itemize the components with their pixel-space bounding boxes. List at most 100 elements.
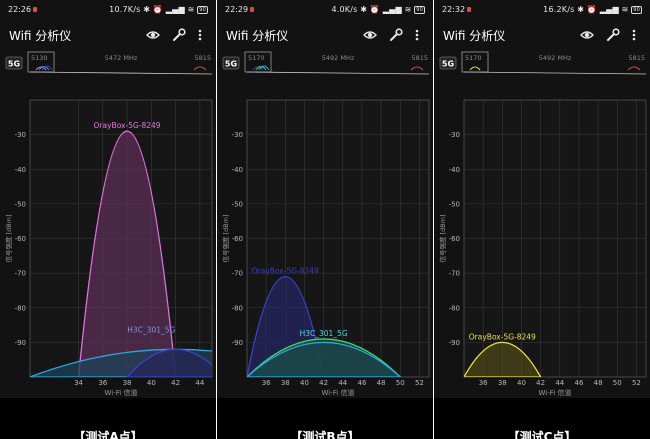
x-tick-label: 46 (574, 379, 583, 387)
x-tick-label: 48 (377, 379, 386, 387)
wrench-icon[interactable] (606, 28, 620, 42)
x-tick-label: 40 (147, 379, 156, 387)
status-time: 22:32 (442, 5, 472, 14)
x-tick-label: 42 (171, 379, 180, 387)
caption: 【测试B点】 (290, 430, 360, 439)
app-bar: Wifi 分析仪 (0, 20, 216, 50)
caption-area: 【测试C点】 (434, 398, 650, 439)
overview-mini-curve (469, 66, 481, 71)
x-tick-label: 36 (262, 379, 271, 387)
y-tick-label: -90 (15, 339, 26, 347)
signal-chart: 5G 5170 5492 MHz 5815 -30 -40 -50 -60 -70 -80 -90 3… (221, 51, 430, 397)
x-tick-label: 42 (536, 379, 545, 387)
y-tick-label: -80 (232, 304, 243, 312)
overview-left-freq: 5130 (31, 54, 48, 62)
recording-icon (33, 7, 38, 12)
y-axis-title: 信号强度 [dBm] (4, 214, 13, 262)
signal-chart: 5G 5130 5472 MHz 5815 -30 -40 -50 -60 -70 -80 -90 3… (4, 51, 213, 397)
status-time: 22:29 (225, 5, 255, 14)
band-selector: 5G (225, 60, 237, 69)
net-speed: 4.0K/s (331, 5, 358, 14)
y-tick-label: -40 (232, 166, 243, 174)
comparison-image: 22:26 10.7K/s ✱ ⏰ ▂▄▆ ≋ 90 Wifi 分析仪 5G 51… (0, 0, 650, 439)
screenshot-panel-c: 22:32 16.2K/s ✱ ⏰ ▂▄▆ ≋ 90 Wifi 分析仪 5G 51… (434, 0, 650, 439)
overview-mini-curve (410, 66, 424, 71)
eye-icon[interactable] (363, 28, 377, 42)
x-tick-label: 38 (123, 379, 132, 387)
app-title: Wifi 分析仪 (9, 29, 72, 43)
y-tick-label: -40 (449, 166, 460, 174)
eye-icon[interactable] (580, 28, 594, 42)
ssid-label: OrayBox-5G-8249 (252, 267, 319, 276)
signal-chart: 5G 5170 5492 MHz 5815 -30 -40 -50 -60 -70 -80 -90 3… (438, 51, 647, 397)
ssid-label: H3C_301_5G (300, 329, 348, 338)
eye-icon[interactable] (146, 28, 160, 42)
overview-right-freq: 5815 (194, 54, 211, 62)
y-tick-label: -50 (449, 200, 460, 208)
battery-icon: 90 (414, 5, 425, 14)
y-tick-label: -70 (232, 270, 243, 278)
x-tick-label: 44 (555, 379, 564, 387)
recording-icon (250, 7, 255, 12)
overview-baseline (246, 71, 430, 75)
y-tick-label: -50 (15, 200, 26, 208)
more-icon[interactable] (413, 28, 421, 42)
caption: 【测试A点】 (73, 430, 143, 439)
y-axis-title: 信号强度 [dBm] (221, 214, 230, 262)
x-tick-label: 50 (613, 379, 622, 387)
x-tick-label: 40 (517, 379, 526, 387)
caption-area: 【测试B点】 (217, 398, 433, 439)
overview-baseline (463, 71, 647, 75)
more-icon[interactable] (630, 28, 638, 42)
x-tick-label: 48 (594, 379, 603, 387)
status-time: 22:26 (8, 5, 38, 14)
x-tick-label: 34 (74, 379, 83, 387)
y-tick-label: -70 (15, 270, 26, 278)
recording-icon (467, 7, 472, 12)
x-tick-label: 38 (281, 379, 290, 387)
x-tick-label: 44 (338, 379, 347, 387)
battery-icon: 90 (197, 5, 208, 14)
y-tick-label: -30 (232, 131, 243, 139)
y-tick-label: -60 (232, 235, 243, 243)
screenshot-panel-a: 22:26 10.7K/s ✱ ⏰ ▂▄▆ ≋ 90 Wifi 分析仪 5G 51… (0, 0, 216, 439)
net-speed: 16.2K/s (543, 5, 575, 14)
x-tick-label: 44 (195, 379, 204, 387)
more-icon[interactable] (196, 28, 204, 42)
app-title: Wifi 分析仪 (443, 29, 506, 43)
overview-mini-curve (193, 66, 207, 71)
x-axis-title: Wi-Fi 信道 (539, 388, 572, 397)
overview-baseline (29, 71, 213, 75)
wrench-icon[interactable] (172, 28, 186, 42)
x-axis-title: Wi-Fi 信道 (105, 388, 138, 397)
overview-right-freq: 5815 (411, 54, 428, 62)
y-tick-label: -60 (449, 235, 460, 243)
y-axis-title: 信号强度 [dBm] (438, 214, 447, 262)
status-right: 10.7K/s ✱ ⏰ ▂▄▆ ≋ 90 (109, 5, 208, 14)
status-bar: 22:29 4.0K/s ✱ ⏰ ▂▄▆ ≋ 90 (217, 0, 433, 20)
wrench-icon[interactable] (389, 28, 403, 42)
y-tick-label: -40 (15, 166, 26, 174)
overview-left-freq: 5170 (248, 54, 265, 62)
status-time-text: 22:29 (225, 5, 249, 14)
caption: 【测试C点】 (507, 430, 577, 439)
caption-area: 【测试A点】 (0, 398, 216, 439)
status-bar: 22:32 16.2K/s ✱ ⏰ ▂▄▆ ≋ 90 (434, 0, 650, 20)
y-tick-label: -90 (449, 339, 460, 347)
x-tick-label: 52 (415, 379, 424, 387)
y-tick-label: -80 (449, 304, 460, 312)
status-time-text: 22:26 (8, 5, 32, 14)
app-title: Wifi 分析仪 (226, 29, 289, 43)
y-tick-label: -50 (232, 200, 243, 208)
x-tick-label: 36 (98, 379, 107, 387)
x-tick-label: 46 (357, 379, 366, 387)
x-tick-label: 40 (300, 379, 309, 387)
y-tick-label: -60 (15, 235, 26, 243)
x-tick-label: 42 (319, 379, 328, 387)
app-bar: Wifi 分析仪 (217, 20, 433, 50)
status-bar: 22:26 10.7K/s ✱ ⏰ ▂▄▆ ≋ 90 (0, 0, 216, 20)
y-tick-label: -80 (15, 304, 26, 312)
x-tick-label: 38 (498, 379, 507, 387)
band-selector: 5G (8, 60, 20, 69)
y-tick-label: -30 (449, 131, 460, 139)
